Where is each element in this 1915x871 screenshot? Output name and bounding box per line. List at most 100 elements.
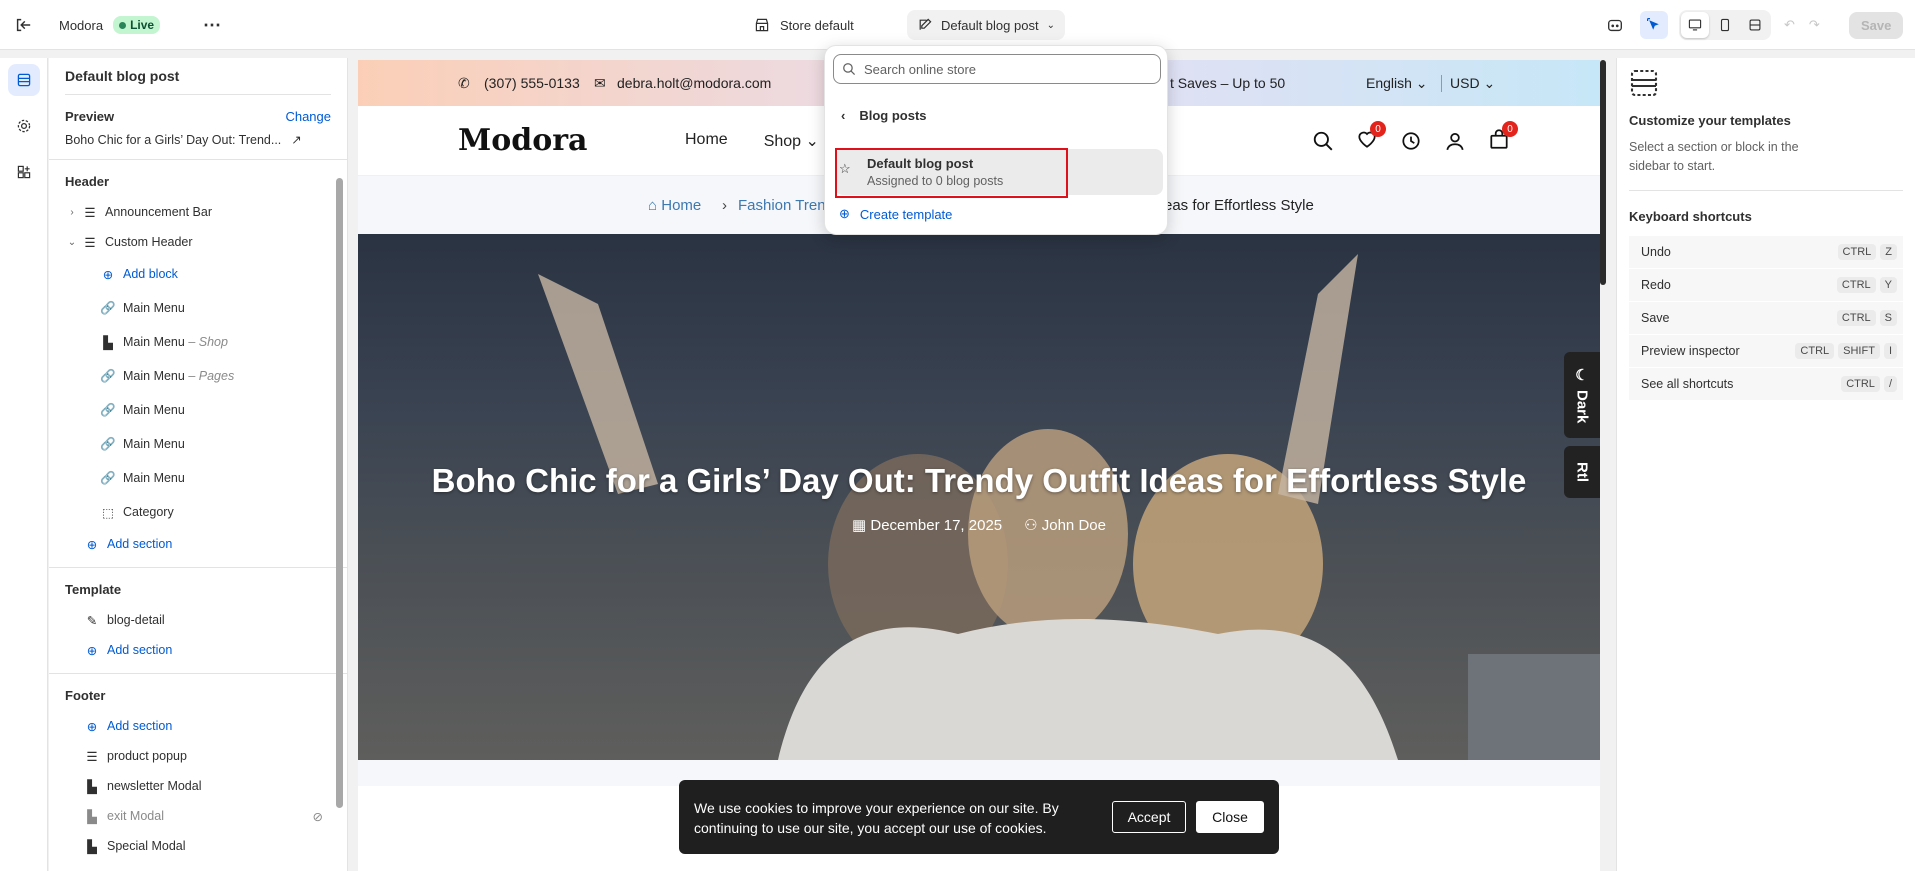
- image-icon: ▙: [87, 809, 97, 824]
- currency-selector[interactable]: USD ⌄: [1441, 74, 1495, 92]
- tree-main-menu[interactable]: 🔗 Main Menu: [49, 461, 347, 495]
- post-date: ▦ December 17, 2025: [852, 517, 1003, 534]
- preview-label: Preview: [65, 109, 115, 124]
- cart-button[interactable]: 0: [1488, 121, 1518, 153]
- chevron-left-icon: ‹: [841, 108, 846, 123]
- cookie-text: We use cookies to improve your experienc…: [694, 800, 1059, 836]
- announce-email[interactable]: debra.holt@modora.com: [617, 75, 771, 91]
- nav-shop[interactable]: Shop ⌄: [764, 131, 819, 151]
- wishlist-count-badge: 0: [1370, 121, 1386, 137]
- tree-category[interactable]: ⬚ Category: [49, 495, 347, 529]
- tree-custom-header[interactable]: ⌄ ☰ Custom Header: [49, 227, 347, 257]
- cookie-banner: We use cookies to improve your experienc…: [679, 780, 1279, 854]
- announce-promo: t Saves – Up to 50: [1170, 75, 1286, 91]
- tree-blog-detail[interactable]: ✎ blog-detail: [49, 605, 347, 635]
- apps-tab[interactable]: [8, 156, 40, 188]
- search-icon: [843, 63, 856, 76]
- tree-exit-modal[interactable]: ▙ exit Modal ⊘: [49, 801, 347, 831]
- search-input[interactable]: Search online store: [833, 54, 1161, 84]
- select-icon: [1640, 11, 1668, 39]
- gear-icon: [17, 119, 31, 133]
- more-actions-button[interactable]: ⋯: [202, 0, 222, 50]
- wishlist-button[interactable]: 0: [1356, 121, 1386, 153]
- redo-icon[interactable]: ↷: [1809, 17, 1820, 33]
- add-section-header-button[interactable]: ⊕ Add section: [49, 529, 347, 559]
- rtl-tab[interactable]: Rtl: [1564, 446, 1600, 498]
- sections-icon: [17, 73, 31, 87]
- mobile-view-icon[interactable]: [1711, 12, 1739, 38]
- add-block-button[interactable]: ⊕ Add block: [49, 257, 347, 291]
- template-selector-button[interactable]: Default blog post ⌄: [907, 10, 1065, 40]
- device-toggle: [1679, 10, 1771, 40]
- mail-icon: ✉: [594, 74, 606, 91]
- breadcrumb-category[interactable]: Fashion Trend: [738, 197, 834, 214]
- desktop-view-icon[interactable]: [1681, 12, 1709, 38]
- language-selector[interactable]: English ⌄: [1366, 75, 1428, 92]
- sections-tab[interactable]: [8, 64, 40, 96]
- tree-announcement-bar[interactable]: › ☰ Announcement Bar: [49, 197, 347, 227]
- tree-main-menu[interactable]: 🔗 Main Menu: [49, 427, 347, 461]
- shortcut-see-all[interactable]: See all shortcuts CTRL /: [1629, 368, 1903, 401]
- create-template-button[interactable]: ⊕ Create template: [839, 206, 952, 222]
- customize-title: Customize your templates: [1629, 113, 1791, 128]
- tree-label: Custom Header: [105, 235, 193, 249]
- sections-sidebar: Default blog post Preview Change Boho Ch…: [49, 58, 348, 871]
- live-status-badge: Live: [113, 16, 161, 34]
- tree-special-modal[interactable]: ▙ Special Modal: [49, 831, 347, 861]
- select-tool-button[interactable]: [1640, 0, 1668, 50]
- tree-main-menu-pages[interactable]: 🔗 Main Menu – Pages: [49, 359, 347, 393]
- preview-scrollbar[interactable]: [1600, 60, 1606, 285]
- left-rail: [0, 58, 48, 871]
- tree-product-popup[interactable]: ☰ product popup: [49, 741, 347, 771]
- account-icon[interactable]: [1444, 130, 1466, 152]
- external-link-icon[interactable]: ↗: [291, 132, 301, 147]
- dark-mode-tab[interactable]: ☾ Dark: [1564, 352, 1600, 438]
- change-preview-link[interactable]: Change: [285, 109, 331, 124]
- theme-settings-tab[interactable]: [8, 110, 40, 142]
- store-name: Modora: [59, 17, 104, 33]
- store-icon: [755, 18, 769, 32]
- plus-circle-icon: ⊕: [86, 719, 98, 734]
- top-bar: Modora Live ⋯ Store default Default blog…: [0, 0, 1915, 50]
- hidden-eye-icon[interactable]: ⊘: [313, 809, 323, 824]
- template-label: Default blog post: [941, 17, 1039, 33]
- back-to-blog-posts[interactable]: ‹ Blog posts: [841, 108, 927, 123]
- post-meta: ▦ December 17, 2025 ⚇ John Doe: [358, 516, 1600, 534]
- cookie-close-button[interactable]: Close: [1196, 801, 1264, 833]
- add-section-template-button[interactable]: ⊕ Add section: [49, 635, 347, 665]
- fullscreen-icon[interactable]: [1741, 12, 1769, 38]
- search-icon[interactable]: [1312, 130, 1334, 152]
- theme-selector[interactable]: Store default: [754, 0, 854, 50]
- search-placeholder: Search online store: [864, 61, 977, 77]
- undo-icon[interactable]: ↶: [1784, 17, 1795, 33]
- link-icon: 🔗: [100, 470, 116, 485]
- nav-home[interactable]: Home: [685, 131, 728, 151]
- edit-icon: ✎: [86, 613, 98, 628]
- history-icon[interactable]: [1400, 130, 1422, 152]
- announce-phone[interactable]: (307) 555-0133: [484, 75, 580, 91]
- live-label: Live: [130, 18, 155, 32]
- chevron-right-icon[interactable]: ›: [65, 207, 79, 218]
- tree-main-menu[interactable]: 🔗 Main Menu: [49, 393, 347, 427]
- inspector-button[interactable]: [1604, 0, 1626, 50]
- user-icon: ⚇: [1024, 517, 1038, 534]
- sidebar-scrollbar[interactable]: [336, 178, 343, 808]
- sidebar-title: Default blog post: [65, 68, 180, 84]
- tree-label: Announcement Bar: [105, 205, 213, 219]
- exit-button[interactable]: [14, 0, 32, 50]
- link-icon: 🔗: [100, 402, 116, 417]
- tree-newsletter-modal[interactable]: ▙ newsletter Modal: [49, 771, 347, 801]
- cookie-accept-button[interactable]: Accept: [1112, 801, 1186, 833]
- tree-main-menu-shop[interactable]: ▙ Main Menu – Shop: [49, 325, 347, 359]
- moon-icon: ☾: [1575, 367, 1589, 385]
- phone-icon: ✆: [458, 74, 470, 91]
- save-button[interactable]: Save: [1849, 11, 1904, 39]
- shortcuts-title: Keyboard shortcuts: [1629, 209, 1752, 224]
- template-dropdown: Search online store ‹ Blog posts ☆ Defau…: [824, 45, 1168, 235]
- site-logo[interactable]: Modora: [458, 123, 587, 158]
- tree-main-menu[interactable]: 🔗 Main Menu: [49, 291, 347, 325]
- chevron-down-icon[interactable]: ⌄: [65, 237, 79, 248]
- breadcrumb-home[interactable]: ⌂ Home: [648, 197, 701, 214]
- selection-highlight: [835, 148, 1068, 198]
- add-section-footer-button[interactable]: ⊕ Add section: [49, 711, 347, 741]
